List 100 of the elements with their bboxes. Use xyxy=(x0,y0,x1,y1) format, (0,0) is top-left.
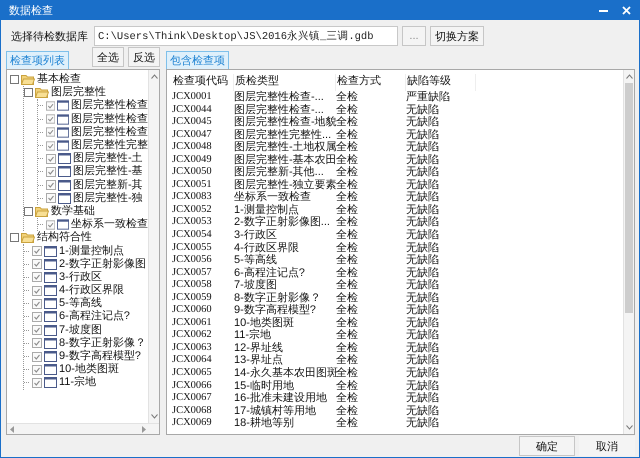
table-cell-text: 9-数字高程模型? xyxy=(234,304,317,317)
expander-icon[interactable] xyxy=(24,206,33,216)
table-cell-text: 无缺陷 xyxy=(406,104,440,116)
table-cell-text: 无缺陷 xyxy=(406,128,440,141)
tree-item[interactable]: 3-行政区 xyxy=(59,270,102,284)
checkbox[interactable] xyxy=(32,352,42,362)
window-icon xyxy=(44,272,57,283)
tree-item[interactable]: 坐标系一致检查 xyxy=(71,218,148,232)
dialog-button[interactable]: 确定 xyxy=(519,436,575,456)
checkbox[interactable] xyxy=(46,140,55,151)
tree-item[interactable]: 结构符合性 xyxy=(37,231,92,244)
table-cell-text: 图层完整性完整性... xyxy=(234,128,332,141)
tree-item[interactable]: 9-数字高程模型? xyxy=(59,350,141,364)
checkbox[interactable] xyxy=(32,312,42,322)
checkbox[interactable] xyxy=(32,246,42,256)
checkbox[interactable] xyxy=(46,154,56,164)
dialog-button[interactable]: 取消 xyxy=(579,436,635,456)
connector-line xyxy=(38,171,44,172)
expander-icon[interactable] xyxy=(10,233,19,242)
table-cell-text: 无缺陷 xyxy=(406,392,440,405)
table-cell-text: JCX0056 xyxy=(172,254,213,267)
scroll-up-icon[interactable] xyxy=(626,74,632,79)
table-cell-text: 4-行政区界限 xyxy=(234,242,300,254)
checkbox[interactable] xyxy=(32,364,42,375)
minimize-icon[interactable] xyxy=(599,10,608,12)
tree-item[interactable]: 图层完整性检查 xyxy=(71,99,148,112)
table-cell-text: 无缺陷 xyxy=(406,304,440,317)
scroll-right-icon[interactable] xyxy=(142,426,146,432)
column-header[interactable]: 质检类型 xyxy=(234,74,336,91)
checkbox[interactable] xyxy=(46,166,56,177)
connector-line xyxy=(38,184,44,186)
tree-item[interactable]: 2-数字正射影像图 xyxy=(59,258,146,271)
checkbox[interactable] xyxy=(32,338,42,348)
horizontal-scrollbar[interactable] xyxy=(7,423,159,434)
checkbox[interactable] xyxy=(32,286,42,296)
tree-item[interactable]: 图层完整新-其 xyxy=(73,178,143,192)
switch-scheme-button[interactable]: 切换方案 xyxy=(430,26,484,46)
table-cell-text: JCX0059 xyxy=(172,292,213,304)
scroll-left-icon[interactable] xyxy=(10,426,14,432)
table-cell-text: 无缺陷 xyxy=(406,342,440,354)
tree-item[interactable]: 10-地类图斑 xyxy=(59,363,119,376)
window-title: 数据检查 xyxy=(9,4,53,18)
tree-item[interactable]: 7-坡度图 xyxy=(59,324,102,337)
checkbox[interactable] xyxy=(46,100,55,111)
window-icon xyxy=(44,311,57,322)
scroll-thumb[interactable] xyxy=(625,83,633,313)
tree-item[interactable]: 1-测量控制点 xyxy=(59,244,124,258)
checkbox[interactable] xyxy=(46,193,56,204)
table-cell-text: 全检 xyxy=(336,354,359,367)
table-cell-text: 无缺陷 xyxy=(406,279,440,292)
window-icon xyxy=(58,166,71,178)
table-cell-text: 无缺陷 xyxy=(406,141,440,154)
tree-item[interactable]: 数学基础 xyxy=(51,204,95,218)
table-cell-text: 图层完整性-土地权属 xyxy=(234,141,336,154)
scrollbar[interactable] xyxy=(148,70,159,423)
tree-item[interactable]: 图层完整性检查 xyxy=(71,112,148,126)
path-field[interactable]: C:\Users\Think\Desktop\JS\2016永兴镇_三调.gdb xyxy=(94,26,398,46)
tree-item[interactable]: 图层完整性-基 xyxy=(73,165,143,178)
table-cell-text: JCX0049 xyxy=(172,154,213,166)
table-cell-text: 全检 xyxy=(336,254,359,267)
tree-item[interactable]: 图层完整性-独 xyxy=(73,192,143,205)
select-button[interactable]: 反选 xyxy=(128,47,160,67)
checkbox[interactable] xyxy=(32,259,42,270)
checkbox[interactable] xyxy=(32,298,42,309)
close-icon[interactable] xyxy=(622,6,631,15)
scroll-up-icon[interactable] xyxy=(150,74,158,79)
tree-item[interactable]: 4-行政区界限 xyxy=(59,284,124,298)
table-cell-text: 无缺陷 xyxy=(406,204,440,216)
tree-item[interactable]: 基本检查 xyxy=(37,73,81,86)
checkbox[interactable] xyxy=(46,220,55,230)
table-cell-text: 全检 xyxy=(336,216,359,229)
table-cell-text: 无缺陷 xyxy=(406,229,440,242)
column-header[interactable]: 检查项代码 xyxy=(172,74,234,91)
column-header[interactable]: 检查方式 xyxy=(336,74,406,91)
select-button[interactable]: 全选 xyxy=(92,47,124,67)
checkbox[interactable] xyxy=(46,180,56,190)
scroll-down-icon[interactable] xyxy=(150,414,158,419)
tree-item[interactable]: 图层完整性 xyxy=(51,86,106,100)
tree-item[interactable]: 图层完整性完整 xyxy=(71,139,148,152)
table-cell-text: JCX0083 xyxy=(172,191,213,204)
checkbox[interactable] xyxy=(46,127,55,138)
column-header[interactable]: 缺陷等级 xyxy=(406,74,476,91)
scroll-down-icon[interactable] xyxy=(626,425,632,430)
table-cell-text: 全检 xyxy=(336,204,359,216)
checkbox[interactable] xyxy=(32,325,42,336)
tree-item[interactable]: 图层完整性检查 xyxy=(71,126,148,139)
checkbox[interactable] xyxy=(46,114,55,124)
tree-item[interactable]: 图层完整性-土 xyxy=(73,152,143,166)
connector-line xyxy=(24,316,30,318)
checkbox[interactable] xyxy=(32,272,42,282)
table-cell-text: 1-测量控制点 xyxy=(234,204,300,216)
table-cell-text: 无缺陷 xyxy=(406,266,440,279)
scrollbar[interactable] xyxy=(623,70,634,434)
tree-item[interactable]: 11-宗地 xyxy=(59,376,96,390)
window-icon xyxy=(44,285,57,296)
tree-item[interactable]: 8-数字正射影像？ xyxy=(59,336,146,350)
tree-item[interactable]: 5-等高线 xyxy=(59,297,102,310)
table-cell-text: 全检 xyxy=(336,392,359,405)
tree-item[interactable]: 6-高程注记点? xyxy=(59,310,130,324)
checkbox[interactable] xyxy=(32,378,42,388)
